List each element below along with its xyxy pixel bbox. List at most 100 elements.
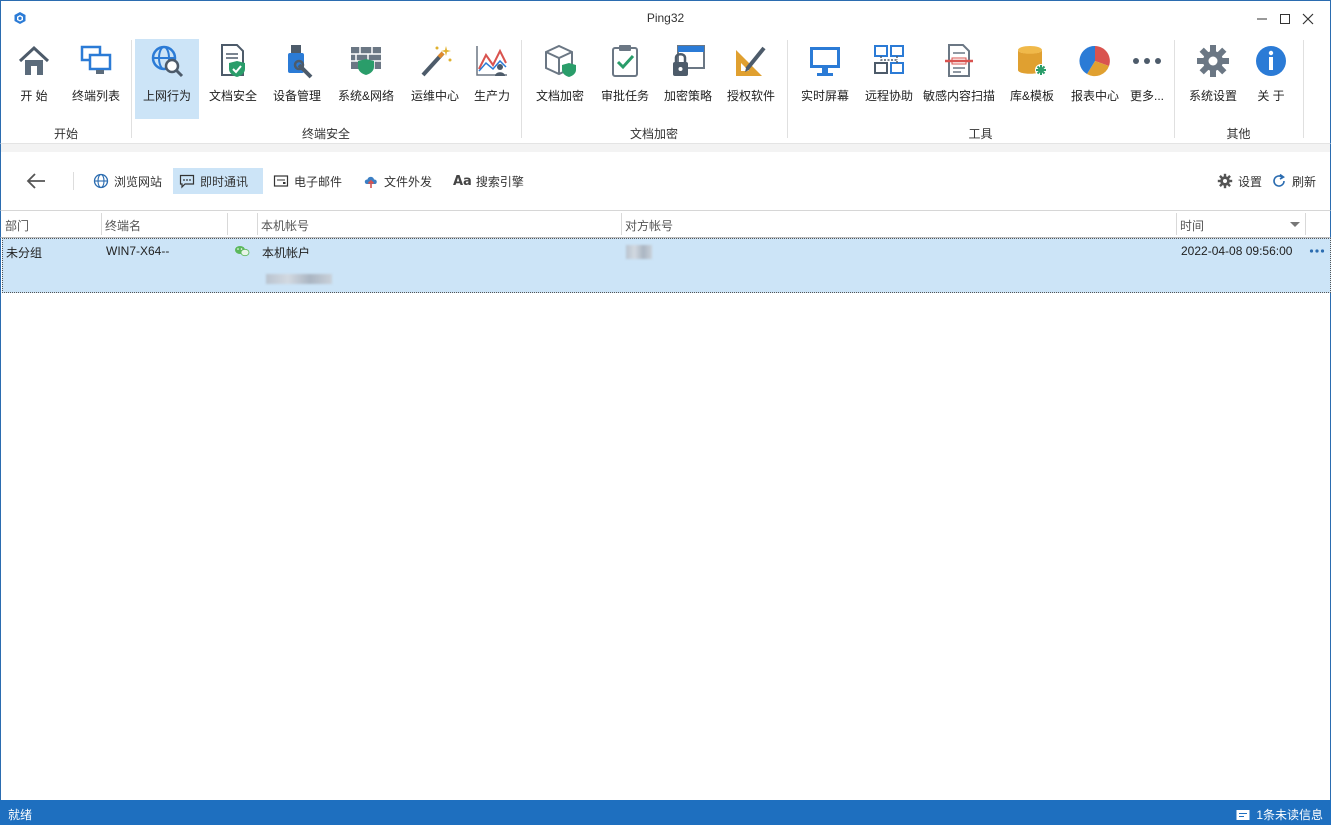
tab-search-engine[interactable]: Aa 搜索引擎 — [447, 168, 530, 194]
ribbon-label: 上网行为 — [142, 89, 191, 103]
ribbon-doc-encrypt-button[interactable]: 文档加密 — [529, 39, 591, 119]
gear-small-icon — [1217, 173, 1233, 189]
tab-label: 浏览网站 — [114, 174, 163, 189]
sort-desc-icon[interactable] — [1289, 221, 1301, 229]
chat-bubble-icon — [179, 174, 195, 189]
email-icon — [273, 175, 289, 187]
redacted-peer-account — [626, 245, 652, 259]
ribbon-label: 敏感内容扫描 — [922, 89, 995, 103]
database-icon — [1018, 46, 1047, 76]
ribbon-label: 远程协助 — [864, 89, 913, 103]
ribbon-licensed-software-button[interactable]: 授权软件 — [721, 39, 781, 119]
document-shield-icon — [221, 44, 245, 77]
message-icon — [1236, 809, 1250, 820]
refresh-button[interactable]: 刷新 — [1265, 168, 1322, 194]
ribbon-encrypt-policy-button[interactable]: 加密策略 — [659, 39, 717, 119]
ribbon-system-network-button[interactable]: 系统&网络 — [331, 39, 401, 119]
cloud-upload-icon — [364, 176, 377, 188]
ribbon-terminal-list-button[interactable]: 终端列表 — [65, 39, 127, 119]
clipboard-check-icon — [612, 45, 638, 77]
ribbon-label: 关 于 — [1257, 89, 1285, 103]
tab-label: 电子邮件 — [294, 174, 343, 189]
table-body: 未分组 WIN7-X64-- 本机帐户 2022-04-08 09:56:00 — [0, 238, 1331, 800]
group-label-doc-encrypt: 文档加密 — [629, 127, 678, 141]
wechat-icon — [235, 246, 250, 257]
usb-device-icon — [288, 45, 313, 79]
font-aa-icon: Aa — [453, 173, 472, 189]
refresh-icon — [1273, 173, 1285, 187]
ribbon-label: 加密策略 — [663, 89, 712, 103]
settings-button[interactable]: 设置 — [1211, 168, 1268, 194]
title-bar: Ping32 — [0, 0, 1331, 36]
ribbon-label: 文档安全 — [208, 89, 257, 103]
firewall-icon — [351, 47, 381, 75]
column-header-local-account[interactable]: 本机帐号 — [261, 217, 309, 234]
window-lock-icon — [673, 45, 705, 76]
ribbon-about-button[interactable]: 关 于 — [1249, 39, 1293, 119]
table-row[interactable]: 未分组 WIN7-X64-- 本机帐户 2022-04-08 09:56:00 — [2, 238, 1331, 293]
table-header: 部门 终端名 本机帐号 对方帐号 时间 — [0, 210, 1331, 238]
status-bar: 就绪 1条未读信息 — [0, 800, 1331, 825]
cell-time: 2022-04-08 09:56:00 — [1181, 244, 1293, 258]
ribbon-label: 生产力 — [473, 89, 510, 103]
window-title: Ping32 — [646, 11, 685, 25]
column-header-time[interactable]: 时间 — [1180, 217, 1204, 234]
more-dots-icon — [1133, 58, 1161, 64]
ribbon-label: 实时屏幕 — [800, 89, 849, 103]
ribbon-label: 开 始 — [20, 89, 48, 103]
ribbon-label: 系统设置 — [1188, 89, 1237, 103]
globe-icon — [93, 173, 109, 189]
group-label-start: 开始 — [53, 127, 78, 141]
group-label-terminal-security: 终端安全 — [301, 127, 350, 141]
ribbon-start-button[interactable]: 开 始 — [7, 39, 61, 119]
ribbon-label: 设备管理 — [272, 89, 321, 103]
document-scan-icon — [945, 44, 973, 77]
tab-email[interactable]: 电子邮件 — [267, 168, 348, 194]
close-button[interactable] — [1285, 1, 1331, 37]
ribbon-remote-assist-button[interactable]: 远程协助 — [859, 39, 919, 119]
monitors-icon — [80, 45, 112, 74]
cell-dept: 未分组 — [6, 246, 43, 260]
monitor-icon — [810, 47, 840, 76]
ribbon-ops-center-button[interactable]: 运维中心 — [405, 39, 465, 119]
ribbon-more-button[interactable]: 更多... — [1127, 39, 1167, 119]
tab-label: 即时通讯 — [200, 174, 249, 189]
ribbon-live-screen-button[interactable]: 实时屏幕 — [795, 39, 855, 119]
settings-label: 设置 — [1238, 174, 1263, 189]
ribbon-label: 终端列表 — [71, 89, 120, 103]
tab-file-outbound[interactable]: 文件外发 — [357, 168, 438, 194]
remote-network-icon — [874, 45, 904, 74]
tab-instant-messaging[interactable]: 即时通讯 — [173, 168, 263, 194]
globe-search-icon — [151, 45, 184, 78]
redacted-local-id — [266, 274, 332, 284]
tab-browse-web[interactable]: 浏览网站 — [87, 168, 168, 194]
cell-local-account: 本机帐户 — [262, 246, 311, 260]
ribbon-sensitive-scan-button[interactable]: 敏感内容扫描 — [921, 39, 997, 119]
ruler-pencil-icon — [736, 46, 766, 76]
more-horizontal-icon[interactable] — [1309, 248, 1325, 254]
unread-messages[interactable]: 1条未读信息 — [1236, 806, 1323, 823]
tab-label: 搜索引擎 — [475, 174, 524, 189]
back-arrow-icon[interactable] — [25, 170, 49, 192]
column-header-peer-account[interactable]: 对方帐号 — [625, 217, 673, 234]
column-header-terminal[interactable]: 终端名 — [105, 217, 141, 234]
column-header-dept[interactable]: 部门 — [5, 217, 29, 234]
info-icon — [1256, 46, 1286, 76]
ribbon-device-mgmt-button[interactable]: 设备管理 — [267, 39, 327, 119]
gear-icon — [1197, 45, 1229, 77]
ribbon-productivity-button[interactable]: 生产力 — [467, 39, 517, 119]
ribbon-report-center-button[interactable]: 报表中心 — [1065, 39, 1125, 119]
ribbon-label: 授权软件 — [726, 89, 775, 103]
ribbon-label: 审批任务 — [600, 89, 649, 103]
group-label-other: 其他 — [1226, 127, 1251, 141]
ribbon-web-behavior-button[interactable]: 上网行为 — [135, 39, 199, 119]
ribbon-system-settings-button[interactable]: 系统设置 — [1183, 39, 1243, 119]
ribbon-library-template-button[interactable]: 库&模板 — [1003, 39, 1061, 119]
group-label-tools: 工具 — [968, 127, 993, 141]
ribbon-approval-button[interactable]: 审批任务 — [595, 39, 655, 119]
ribbon-doc-security-button[interactable]: 文档安全 — [203, 39, 263, 119]
box-shield-icon — [545, 44, 576, 77]
chart-person-icon — [476, 46, 507, 76]
home-icon — [18, 45, 50, 75]
ribbon-label: 报表中心 — [1070, 89, 1119, 103]
